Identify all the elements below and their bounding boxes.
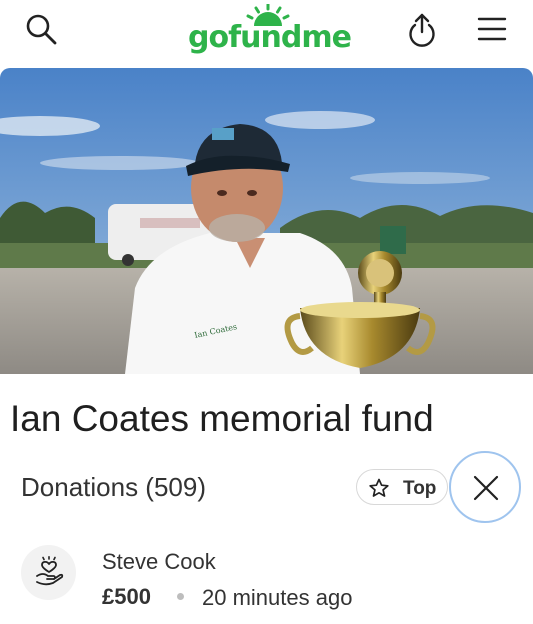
close-button[interactable] bbox=[449, 451, 521, 523]
donation-time: 20 minutes ago bbox=[202, 585, 353, 610]
close-icon bbox=[473, 475, 499, 501]
fundraiser-hero-image: Ian Coates bbox=[0, 68, 533, 374]
gofundme-logo[interactable]: gofundme bbox=[188, 4, 352, 60]
separator-dot bbox=[177, 593, 184, 600]
sort-top-button[interactable]: Top bbox=[356, 469, 448, 505]
sort-top-label: Top bbox=[403, 478, 437, 499]
heart-hand-icon bbox=[36, 556, 64, 586]
donations-heading: Donations (509) bbox=[21, 472, 206, 502]
star-icon bbox=[369, 478, 389, 497]
donor-avatar bbox=[21, 545, 76, 600]
logo-text: gofundme bbox=[188, 20, 352, 55]
share-icon[interactable] bbox=[404, 12, 440, 48]
fundraiser-title: Ian Coates memorial fund bbox=[10, 398, 434, 439]
donation-amount: £500 bbox=[102, 584, 151, 609]
hero-photo: Ian Coates bbox=[0, 68, 533, 374]
donor-name: Steve Cook bbox=[102, 549, 216, 574]
app-header: gofundme bbox=[0, 0, 533, 68]
search-icon[interactable] bbox=[24, 12, 60, 48]
hamburger-menu-icon[interactable] bbox=[476, 14, 508, 44]
